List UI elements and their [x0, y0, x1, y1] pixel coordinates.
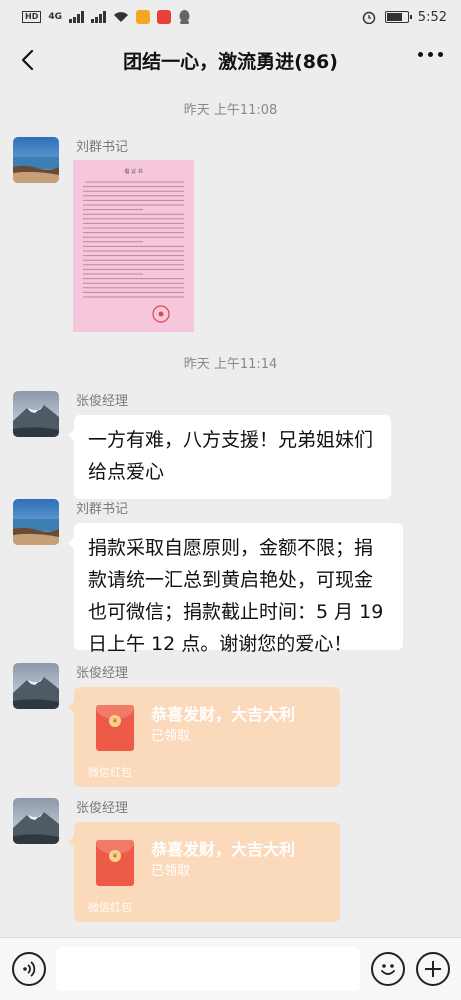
red-packet-status: 已领取: [151, 729, 191, 744]
signal-icon: [91, 11, 106, 23]
red-packet-title: 恭喜发财，大吉大利: [151, 840, 296, 859]
red-packet-title: 恭喜发财，大吉大利: [151, 705, 296, 724]
smile-face-icon: [381, 964, 395, 975]
avatar[interactable]: [13, 499, 59, 545]
message-line: 日上午 12 点。谢谢您的爱心！: [88, 633, 353, 655]
document-title: 倡 议 书: [124, 169, 143, 175]
message-line: 款请统一汇总到黄启艳处，可现金: [88, 569, 374, 591]
wifi-icon: [114, 12, 128, 22]
avatar[interactable]: [13, 137, 59, 183]
sender-name: 张俊经理: [76, 394, 129, 409]
voice-icon[interactable]: [12, 952, 46, 986]
message-bubble[interactable]: 一方有难，八方支援！兄弟姐妹们 给点爱心: [68, 415, 391, 499]
shared-image[interactable]: 倡 议 书: [73, 160, 194, 332]
red-packet-card[interactable]: ¥ 恭喜发财，大吉大利 已领取 微信红包: [68, 822, 340, 922]
avatar[interactable]: [13, 663, 59, 709]
voice-wave-icon: [23, 961, 36, 977]
sender-name: 张俊经理: [76, 801, 129, 816]
chevron-left-icon[interactable]: [14, 46, 42, 74]
message-timestamp: 昨天 上午11:14: [183, 357, 278, 372]
page-title: 团结一心，激流勇进(86): [123, 50, 338, 73]
message-input[interactable]: [56, 947, 360, 991]
message-line: 也可微信；捐款截止时间：5 月 19: [88, 601, 384, 623]
message-timestamp: 昨天 上午11:08: [183, 103, 278, 118]
lake-landscape-image: [13, 137, 59, 183]
status-left: HD 4G: [22, 10, 191, 24]
red-packet-footer: 微信红包: [88, 766, 132, 779]
hd-icon: HD: [22, 11, 42, 23]
mountain-landscape-image: [13, 391, 59, 437]
alarm-icon: [362, 11, 376, 24]
more-dots-icon[interactable]: [418, 52, 443, 57]
sender-name: 刘群书记: [76, 502, 129, 517]
avatar[interactable]: [13, 798, 59, 844]
video-app-icon: [136, 10, 150, 24]
lake-landscape-image: [13, 499, 59, 545]
battery-icon: [384, 11, 412, 23]
sender-name: 刘群书记: [76, 140, 129, 155]
red-packet-status: 已领取: [151, 864, 191, 879]
status-right: 5:52: [362, 10, 447, 25]
message-bubble[interactable]: 捐款采取自愿原则，金额不限；捐 款请统一汇总到黄启艳处，可现金 也可微信；捐款截…: [68, 523, 403, 655]
red-packet-footer: 微信红包: [88, 901, 132, 914]
chat-header: 团结一心，激流勇进(86): [0, 34, 461, 86]
red-envelope-icon: ¥: [96, 840, 134, 886]
emoji-icon[interactable]: [371, 952, 405, 986]
qq-icon: [179, 10, 190, 24]
status-bar: HD 4G 5:52: [0, 0, 461, 34]
document-image: [73, 160, 194, 332]
mountain-landscape-image: [13, 663, 59, 709]
red-packet-card[interactable]: ¥ 恭喜发财，大吉大利 已领取 微信红包: [68, 687, 340, 787]
network-type-label: 4G: [48, 12, 62, 22]
weibo-app-icon: [157, 10, 171, 24]
plus-icon[interactable]: [416, 952, 450, 986]
message-line: 给点爱心: [88, 461, 165, 483]
avatar[interactable]: [13, 391, 59, 437]
mountain-landscape-image: [13, 798, 59, 844]
sender-name: 张俊经理: [76, 666, 129, 681]
input-bar: [0, 937, 461, 1000]
message-line: 一方有难，八方支援！兄弟姐妹们: [88, 429, 374, 451]
message-line: 捐款采取自愿原则，金额不限；捐: [88, 537, 374, 559]
status-time: 5:52: [417, 9, 447, 25]
red-envelope-icon: ¥: [96, 705, 134, 751]
signal-icon: [69, 11, 84, 23]
